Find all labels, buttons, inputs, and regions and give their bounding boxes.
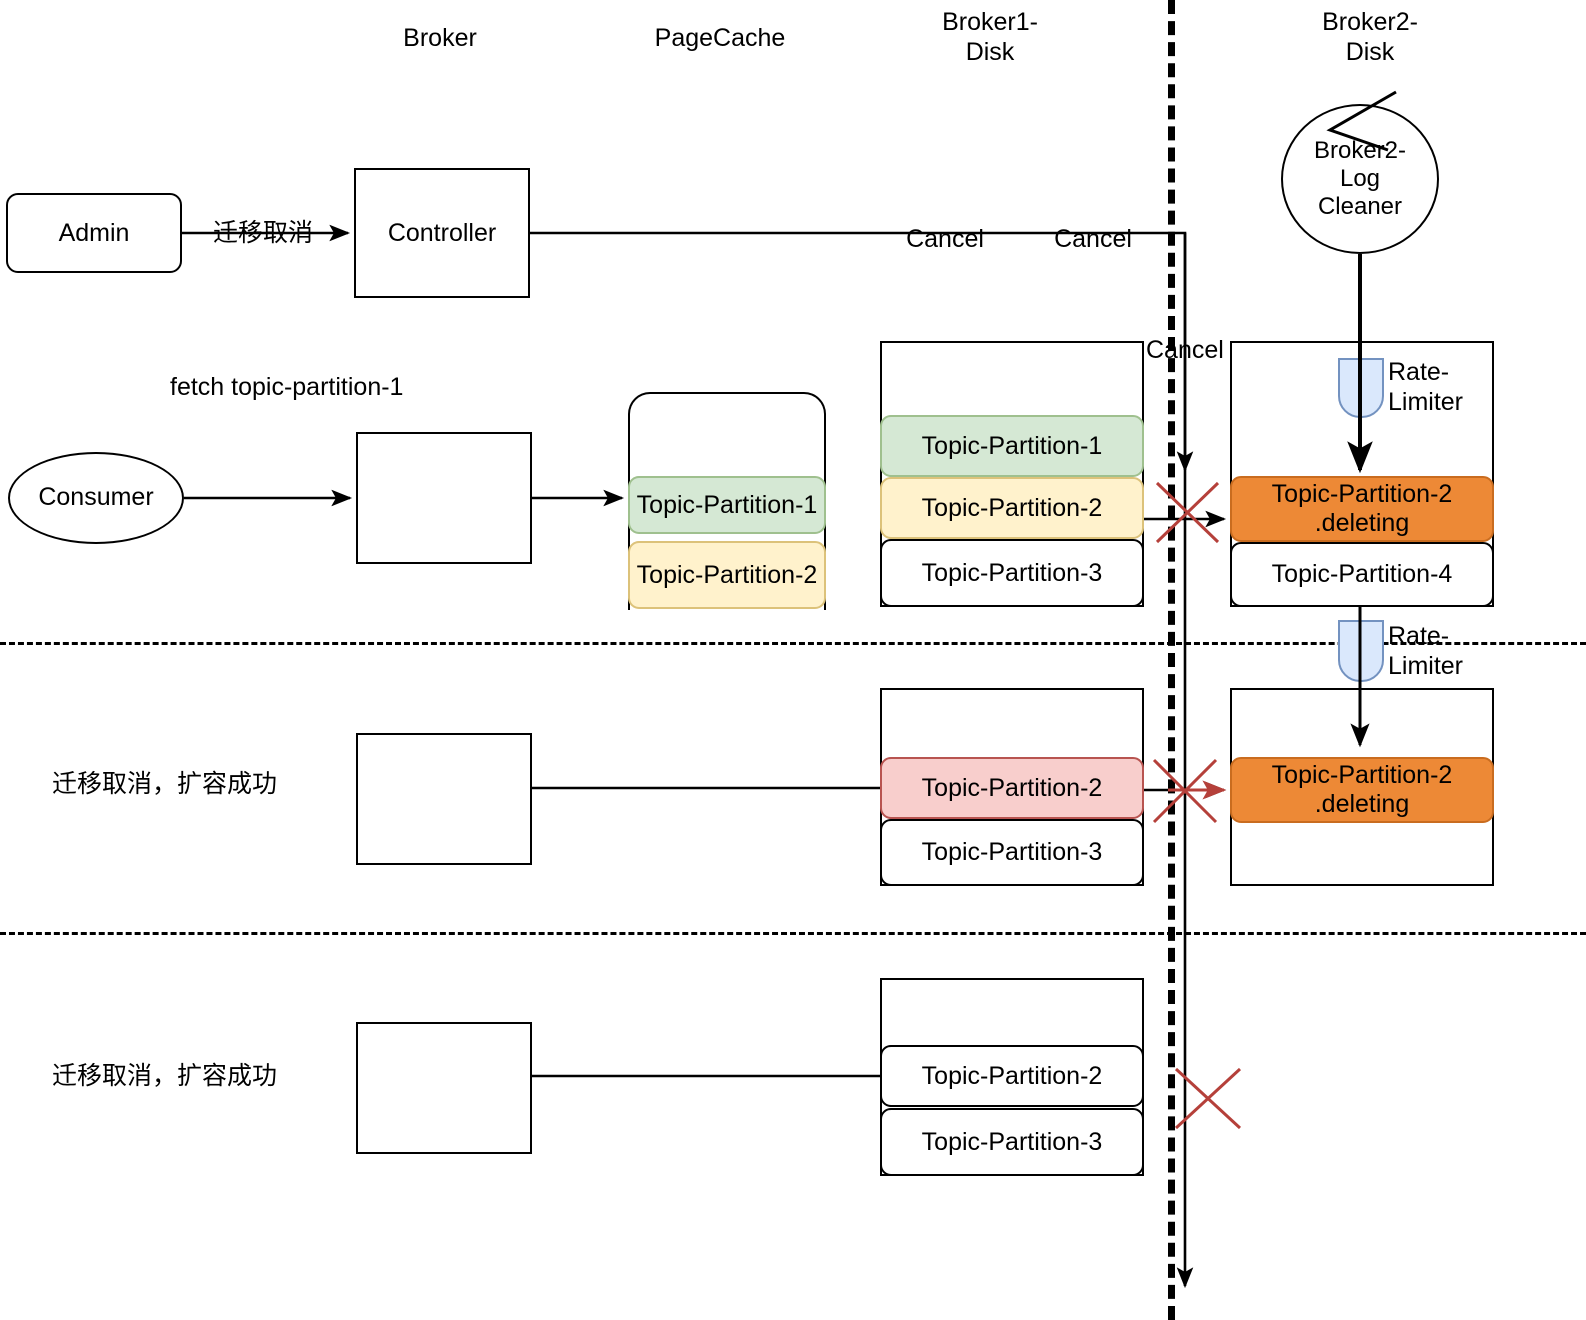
broker1-partition-3-row2[interactable]: Topic-Partition-3 bbox=[880, 819, 1144, 886]
broker2-log-cleaner-label: Broker2- Log Cleaner bbox=[1313, 136, 1407, 221]
x-mark-row1-b bbox=[1155, 481, 1220, 544]
rate-limiter-bottom bbox=[1338, 620, 1384, 682]
broker1-partition-2-row1-label: Topic-Partition-2 bbox=[921, 493, 1103, 522]
consumer-label: Consumer bbox=[38, 483, 154, 512]
pagecache-partition-1[interactable]: Topic-Partition-1 bbox=[628, 476, 826, 534]
column-header-broker1-disk: Broker1- Disk bbox=[942, 8, 1038, 66]
rate-limiter-top-label: Rate- Limiter bbox=[1388, 358, 1464, 416]
x-mark-row3-b bbox=[1174, 1067, 1242, 1130]
broker1-partition-3-row1[interactable]: Topic-Partition-3 bbox=[880, 539, 1144, 607]
admin-label: Admin bbox=[58, 218, 130, 247]
broker2-partition-4-row1-label: Topic-Partition-4 bbox=[1271, 560, 1453, 589]
migration-cancel-label: 迁移取消 bbox=[212, 219, 313, 247]
rate-limiter-bottom-label: Rate- Limiter bbox=[1388, 622, 1464, 680]
broker2-partition-deleting-row2[interactable]: Topic-Partition-2 .deleting bbox=[1230, 757, 1494, 823]
pagecache-partition-2[interactable]: Topic-Partition-2 bbox=[628, 541, 826, 609]
broker-box-row3[interactable] bbox=[356, 1022, 532, 1154]
controller-node[interactable]: Controller bbox=[354, 168, 530, 298]
broker2-log-cleaner-node[interactable]: Broker2- Log Cleaner bbox=[1281, 104, 1439, 254]
broker1-partition-2-row2[interactable]: Topic-Partition-2 bbox=[880, 757, 1144, 819]
consumer-node[interactable]: Consumer bbox=[8, 452, 184, 544]
broker1-partition-2-row3[interactable]: Topic-Partition-2 bbox=[880, 1045, 1144, 1107]
controller-label: Controller bbox=[387, 218, 497, 247]
pagecache-partition-1-label: Topic-Partition-1 bbox=[636, 490, 818, 519]
cancel-label-2: Cancel bbox=[1054, 225, 1132, 253]
column-header-broker2-disk: Broker2- Disk bbox=[1322, 8, 1418, 66]
broker1-partition-3-row3[interactable]: Topic-Partition-3 bbox=[880, 1108, 1144, 1176]
x-mark-row2-a bbox=[1152, 758, 1218, 824]
cancel-label-1: Cancel bbox=[906, 225, 984, 253]
broker1-partition-2-row2-label: Topic-Partition-2 bbox=[921, 773, 1103, 802]
x-mark-row2-b bbox=[1152, 758, 1218, 824]
broker2-partition-deleting-row1[interactable]: Topic-Partition-2 .deleting bbox=[1230, 476, 1494, 542]
broker2-partition-deleting-row1-label: Topic-Partition-2 .deleting bbox=[1271, 480, 1453, 537]
broker1-partition-2-row1[interactable]: Topic-Partition-2 bbox=[880, 477, 1144, 539]
row-separator-2 bbox=[0, 932, 1586, 935]
pagecache-partition-2-label: Topic-Partition-2 bbox=[636, 560, 818, 589]
broker-box-row2[interactable] bbox=[356, 733, 532, 865]
broker1-partition-2-row3-label: Topic-Partition-2 bbox=[921, 1061, 1103, 1090]
broker-box-row1[interactable] bbox=[356, 432, 532, 564]
broker1-partition-1-row1[interactable]: Topic-Partition-1 bbox=[880, 415, 1144, 477]
broker2-partition-4-row1[interactable]: Topic-Partition-4 bbox=[1230, 542, 1494, 607]
broker-boundary-divider bbox=[1168, 0, 1175, 1320]
rate-limiter-top bbox=[1338, 358, 1384, 418]
admin-node[interactable]: Admin bbox=[6, 193, 182, 273]
broker1-partition-3-row3-label: Topic-Partition-3 bbox=[921, 1127, 1103, 1156]
broker1-partition-3-row2-label: Topic-Partition-3 bbox=[921, 838, 1103, 867]
diagram-canvas: Broker PageCache Broker1- Disk Broker2- … bbox=[0, 0, 1586, 1320]
broker1-partition-3-row1-label: Topic-Partition-3 bbox=[921, 558, 1103, 587]
broker1-partition-1-row1-label: Topic-Partition-1 bbox=[921, 431, 1103, 460]
fetch-label: fetch topic-partition-1 bbox=[170, 373, 404, 401]
column-header-pagecache: PageCache bbox=[654, 24, 786, 52]
x-mark-row3-a bbox=[1174, 1067, 1242, 1130]
x-mark-row1-a bbox=[1155, 481, 1220, 544]
broker2-partition-deleting-row2-label: Topic-Partition-2 .deleting bbox=[1271, 761, 1453, 818]
column-header-broker: Broker bbox=[403, 24, 477, 52]
